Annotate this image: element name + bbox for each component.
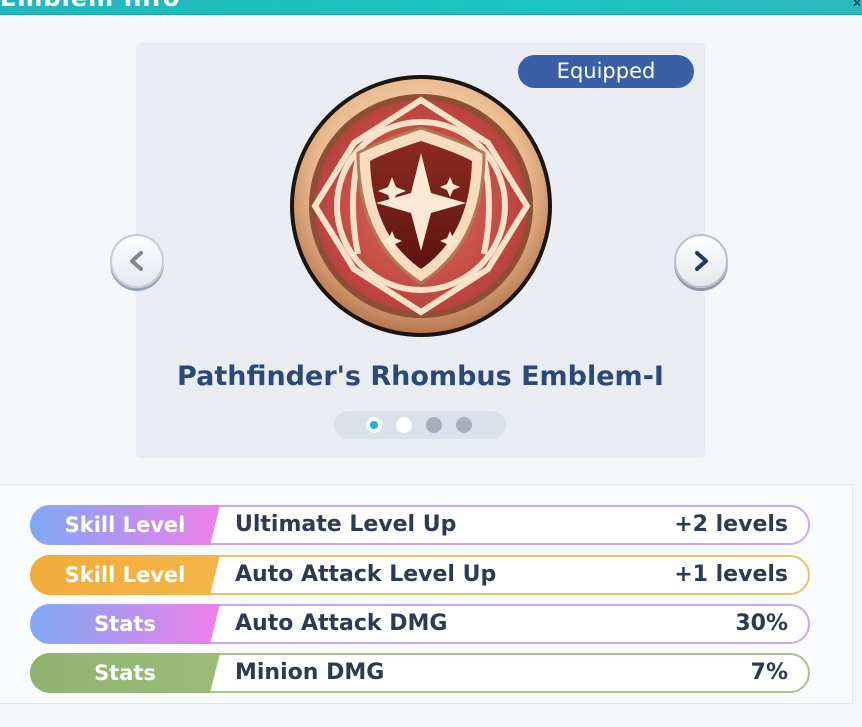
attribute-row: Skill Level Auto Attack Level Up +1 leve… (30, 555, 810, 595)
attribute-tag: Skill Level (30, 505, 220, 545)
chevron-left-icon (130, 251, 143, 271)
emblem-card: Equipped Pathfinder's Rhombus Emblem-I (136, 43, 705, 458)
next-button[interactable] (674, 234, 728, 288)
previous-button[interactable] (110, 234, 164, 288)
attribute-name: Auto Attack Level Up (235, 562, 497, 587)
attribute-tag: Stats (30, 604, 220, 644)
attribute-value: +2 levels (674, 512, 788, 537)
emblem-name: Pathfinder's Rhombus Emblem-I (177, 361, 664, 392)
attribute-name: Ultimate Level Up (235, 512, 457, 537)
emblem-icon (290, 75, 552, 337)
page-dot[interactable] (396, 417, 412, 433)
header-bar: Emblem Info ✕ (0, 0, 862, 15)
chevron-right-icon (695, 251, 708, 271)
attribute-value: 7% (750, 660, 788, 685)
close-icon[interactable]: ✕ (852, 0, 862, 10)
attribute-row: Stats Auto Attack DMG 30% (30, 604, 810, 644)
page-dot[interactable] (426, 417, 442, 433)
page-dot[interactable] (456, 417, 472, 433)
attribute-name: Auto Attack DMG (235, 611, 448, 636)
attribute-row: Skill Level Ultimate Level Up +2 levels (30, 505, 810, 545)
attribute-tag: Stats (30, 653, 220, 693)
header-title: Emblem Info (0, 0, 180, 12)
attribute-value: 30% (735, 611, 788, 636)
page-indicator (334, 411, 506, 439)
attribute-row: Stats Minion DMG 7% (30, 653, 810, 693)
page-dot[interactable] (366, 417, 382, 433)
attribute-value: +1 levels (674, 562, 788, 587)
attribute-tag: Skill Level (30, 555, 220, 595)
attribute-name: Minion DMG (235, 660, 385, 685)
